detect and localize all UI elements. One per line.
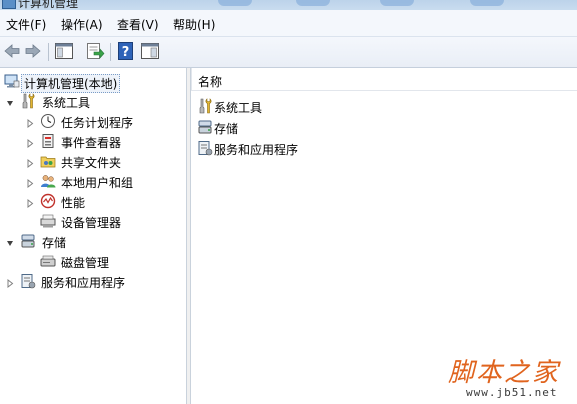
title-decoration bbox=[296, 0, 330, 6]
menu-help[interactable]: 帮助(H) bbox=[173, 16, 215, 33]
tree-item-performance[interactable]: 性能 bbox=[26, 193, 176, 211]
clock-icon bbox=[40, 113, 56, 129]
expand-triangle-icon[interactable] bbox=[26, 157, 34, 169]
column-divider bbox=[191, 68, 192, 90]
tree-item-services[interactable]: 服务和应用程序 bbox=[6, 273, 176, 291]
tree-item-label: 共享文件夹 bbox=[61, 156, 122, 170]
tree-item-label: 设备管理器 bbox=[61, 216, 122, 230]
expand-triangle-icon[interactable] bbox=[26, 137, 34, 149]
expand-triangle-icon[interactable] bbox=[26, 197, 34, 209]
column-header-label: 名称 bbox=[198, 75, 223, 89]
tree-item-disk-management[interactable]: 磁盘管理 bbox=[26, 253, 176, 271]
tree-item-event-viewer[interactable]: 事件查看器 bbox=[26, 133, 176, 151]
services-icon bbox=[197, 140, 213, 156]
storage-icon bbox=[197, 119, 213, 135]
window-title: 计算机管理 bbox=[18, 0, 79, 10]
toolbar-separator bbox=[48, 43, 49, 61]
column-header-name[interactable]: 名称 bbox=[191, 68, 577, 91]
menu-action[interactable]: 操作(A) bbox=[61, 16, 103, 33]
list-item-label: 服务和应用程序 bbox=[214, 143, 299, 157]
list-item-label: 系统工具 bbox=[214, 101, 263, 115]
tree-item-label: 服务和应用程序 bbox=[41, 276, 126, 290]
tree-item-label: 事件查看器 bbox=[61, 136, 122, 150]
tree-item-label: 任务计划程序 bbox=[61, 116, 134, 130]
expand-triangle-icon[interactable] bbox=[26, 177, 34, 189]
back-arrow-icon[interactable] bbox=[3, 41, 21, 61]
menu-bar: 文件(F) 操作(A) 查看(V) 帮助(H) bbox=[0, 10, 577, 37]
tree-item-label: 本地用户和组 bbox=[61, 176, 134, 190]
title-decoration bbox=[218, 0, 252, 6]
watermark-url: www.jb51.net bbox=[466, 386, 558, 399]
performance-icon bbox=[40, 193, 56, 209]
device-manager-icon bbox=[40, 213, 56, 229]
list-item-services[interactable]: 服务和应用程序 bbox=[197, 140, 337, 158]
tree-item-root[interactable]: 计算机管理(本地) bbox=[4, 73, 184, 93]
tree-item-label: 磁盘管理 bbox=[61, 256, 110, 270]
list-item-system-tools[interactable]: 系统工具 bbox=[197, 98, 317, 116]
collapse-triangle-icon[interactable] bbox=[6, 97, 14, 106]
tree-item-label: 性能 bbox=[61, 196, 86, 210]
tree-item-local-users[interactable]: 本地用户和组 bbox=[26, 173, 176, 191]
tree-item-label: 计算机管理(本地) bbox=[21, 74, 121, 93]
event-viewer-icon bbox=[40, 133, 56, 149]
expand-triangle-icon[interactable] bbox=[6, 277, 14, 289]
svg-text:?: ? bbox=[122, 45, 130, 60]
list-item-label: 存储 bbox=[214, 122, 239, 136]
show-hide-tree-icon[interactable] bbox=[54, 41, 74, 61]
tree-item-label: 系统工具 bbox=[42, 96, 91, 110]
watermark-title: 脚本之家 bbox=[448, 358, 561, 388]
expand-triangle-icon[interactable] bbox=[26, 117, 34, 129]
system-tools-icon bbox=[197, 98, 213, 114]
collapse-triangle-icon[interactable] bbox=[6, 237, 14, 246]
tree-item-label: 存储 bbox=[42, 236, 67, 250]
users-group-icon bbox=[40, 173, 56, 189]
toolbar: ? bbox=[0, 37, 577, 68]
menu-view[interactable]: 查看(V) bbox=[117, 16, 159, 33]
title-decoration bbox=[380, 0, 414, 6]
properties-pane-icon[interactable] bbox=[140, 41, 160, 61]
console-tree: 计算机管理(本地) 系统工具 任务计划程序 事件查看器 共享文件夹 本地用户和组… bbox=[0, 68, 187, 404]
system-tools-icon bbox=[20, 93, 36, 109]
tree-item-task-scheduler[interactable]: 任务计划程序 bbox=[26, 113, 176, 131]
site-watermark: 脚本之家 www.jb51.net bbox=[448, 352, 574, 400]
export-list-icon[interactable] bbox=[85, 41, 105, 61]
title-decoration bbox=[470, 0, 504, 6]
forward-arrow-icon[interactable] bbox=[24, 41, 42, 61]
computer-management-icon bbox=[4, 73, 20, 89]
disk-management-icon bbox=[40, 253, 56, 269]
list-item-storage[interactable]: 存储 bbox=[197, 119, 317, 137]
toolbar-separator bbox=[110, 43, 111, 61]
tree-item-system-tools[interactable]: 系统工具 bbox=[6, 93, 176, 111]
shared-folder-icon bbox=[40, 153, 56, 169]
services-icon bbox=[20, 273, 36, 289]
tree-item-storage[interactable]: 存储 bbox=[6, 233, 176, 251]
menu-file[interactable]: 文件(F) bbox=[6, 16, 46, 33]
tree-item-device-manager[interactable]: 设备管理器 bbox=[26, 213, 176, 231]
computer-management-icon bbox=[2, 0, 16, 9]
storage-icon bbox=[20, 233, 36, 249]
tree-item-shared-folders[interactable]: 共享文件夹 bbox=[26, 153, 176, 171]
help-icon[interactable]: ? bbox=[116, 41, 136, 61]
title-bar: 计算机管理 bbox=[0, 0, 577, 10]
